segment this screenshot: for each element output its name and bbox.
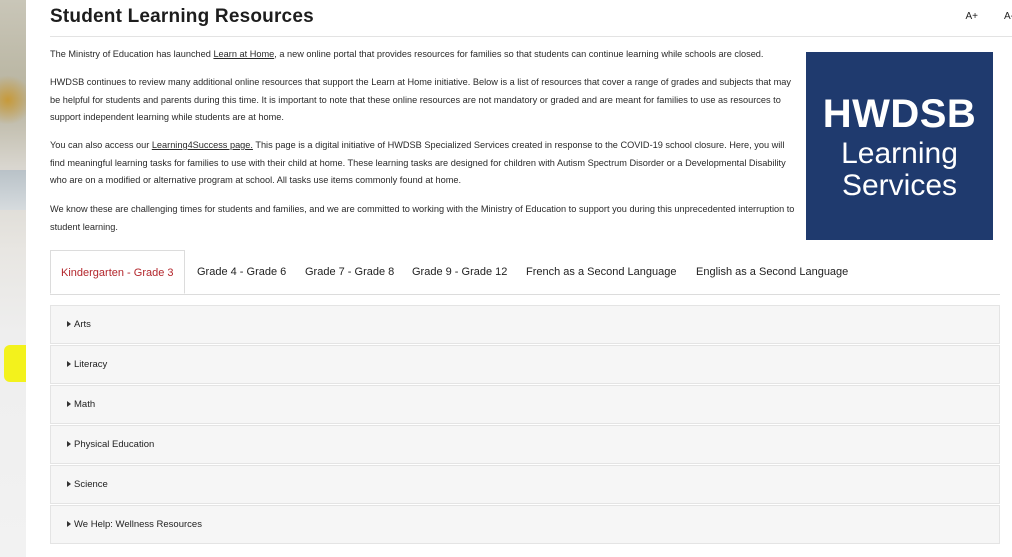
background-image-strip (0, 0, 26, 557)
caret-right-icon (67, 361, 71, 367)
tab-grade-7-8[interactable]: Grade 7 - Grade 8 (305, 250, 394, 294)
page-title: Student Learning Resources (50, 6, 314, 27)
accordion-label: Literacy (74, 359, 108, 370)
learning4success-link[interactable]: Learning4Success page. (152, 140, 253, 150)
accordion-label: Physical Education (74, 439, 155, 450)
intro-text: The Ministry of Education has launched (50, 49, 214, 59)
grade-tabs: Kindergarten - Grade 3 Grade 4 - Grade 6… (50, 250, 1000, 295)
background-blur (0, 170, 26, 210)
hwdsb-learning-services-logo: HWDSB Learning Services (806, 52, 993, 240)
accordion-item-physical-education[interactable]: Physical Education (50, 425, 1000, 464)
caret-right-icon (67, 441, 71, 447)
logo-text: Learning (841, 137, 958, 170)
font-decrease-button[interactable]: A- (1004, 11, 1012, 22)
accordion-item-arts[interactable]: Arts (50, 305, 1000, 344)
main-content: Student Learning Resources A+ A- The Min… (26, 0, 1012, 557)
accordion-item-math[interactable]: Math (50, 385, 1000, 424)
accordion-label: Science (74, 479, 108, 490)
logo-text: Services (841, 169, 958, 202)
accordion-item-wellness-resources[interactable]: We Help: Wellness Resources (50, 505, 1000, 544)
accordion-label: Math (74, 399, 96, 410)
intro-text: , a new online portal that provides reso… (274, 49, 764, 59)
font-increase-button[interactable]: A+ (965, 11, 978, 22)
tab-french-second-language[interactable]: French as a Second Language (526, 250, 676, 294)
caret-right-icon (67, 521, 71, 527)
logo-line-1: HWDSB (822, 92, 977, 136)
tab-english-second-language[interactable]: English as a Second Language (696, 250, 848, 294)
caret-right-icon (67, 321, 71, 327)
tab-kindergarten-grade-3[interactable]: Kindergarten - Grade 3 (50, 250, 185, 294)
learn-at-home-link[interactable]: Learn at Home (213, 49, 274, 59)
intro-paragraph-1: The Ministry of Education has launched L… (50, 46, 800, 64)
caret-right-icon (67, 481, 71, 487)
intro-text: You can also access our (50, 140, 152, 150)
caret-right-icon (67, 401, 71, 407)
accordion-item-science[interactable]: Science (50, 465, 1000, 504)
intro-paragraph-2: HWDSB continues to review many additiona… (50, 77, 791, 122)
tab-grade-4-6[interactable]: Grade 4 - Grade 6 (197, 250, 286, 294)
page: Student Learning Resources A+ A- The Min… (0, 0, 1012, 557)
accordion-item-literacy[interactable]: Literacy (50, 345, 1000, 384)
accordion-label: We Help: Wellness Resources (74, 519, 202, 530)
intro-paragraph-4: We know these are challenging times for … (50, 204, 795, 232)
accordion-label: Arts (74, 319, 91, 330)
subject-accordion: Arts Literacy Math Physical Education Sc… (50, 305, 1000, 545)
tab-grade-9-12[interactable]: Grade 9 - Grade 12 (412, 250, 507, 294)
intro-paragraph-3: You can also access our Learning4Success… (50, 137, 800, 190)
background-blur (0, 70, 26, 130)
page-header: Student Learning Resources A+ A- (50, 6, 1012, 37)
logo-line-2: Learning Services (806, 138, 993, 202)
